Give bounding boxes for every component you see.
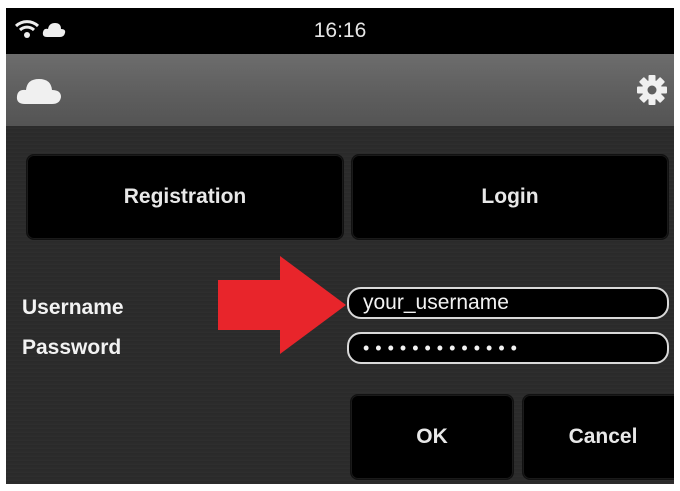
red-arrow-icon [218,256,348,359]
cloud-icon[interactable] [16,74,62,111]
password-input[interactable]: ••••••••••••• [347,332,669,364]
username-input[interactable]: your_username [347,287,669,319]
cancel-button[interactable]: Cancel [522,394,674,480]
login-button[interactable]: Login [351,154,669,240]
ok-button[interactable]: OK [350,394,514,480]
registration-button[interactable]: Registration [26,154,344,240]
username-label: Username [22,296,124,319]
status-time: 16:16 [313,19,367,42]
device-screen: 16:16 Registration Login Username Passwo… [6,8,674,484]
password-label: Password [22,336,122,359]
status-bar: 16:16 [6,8,674,54]
toolbar [6,54,674,126]
gear-icon[interactable] [636,74,668,111]
